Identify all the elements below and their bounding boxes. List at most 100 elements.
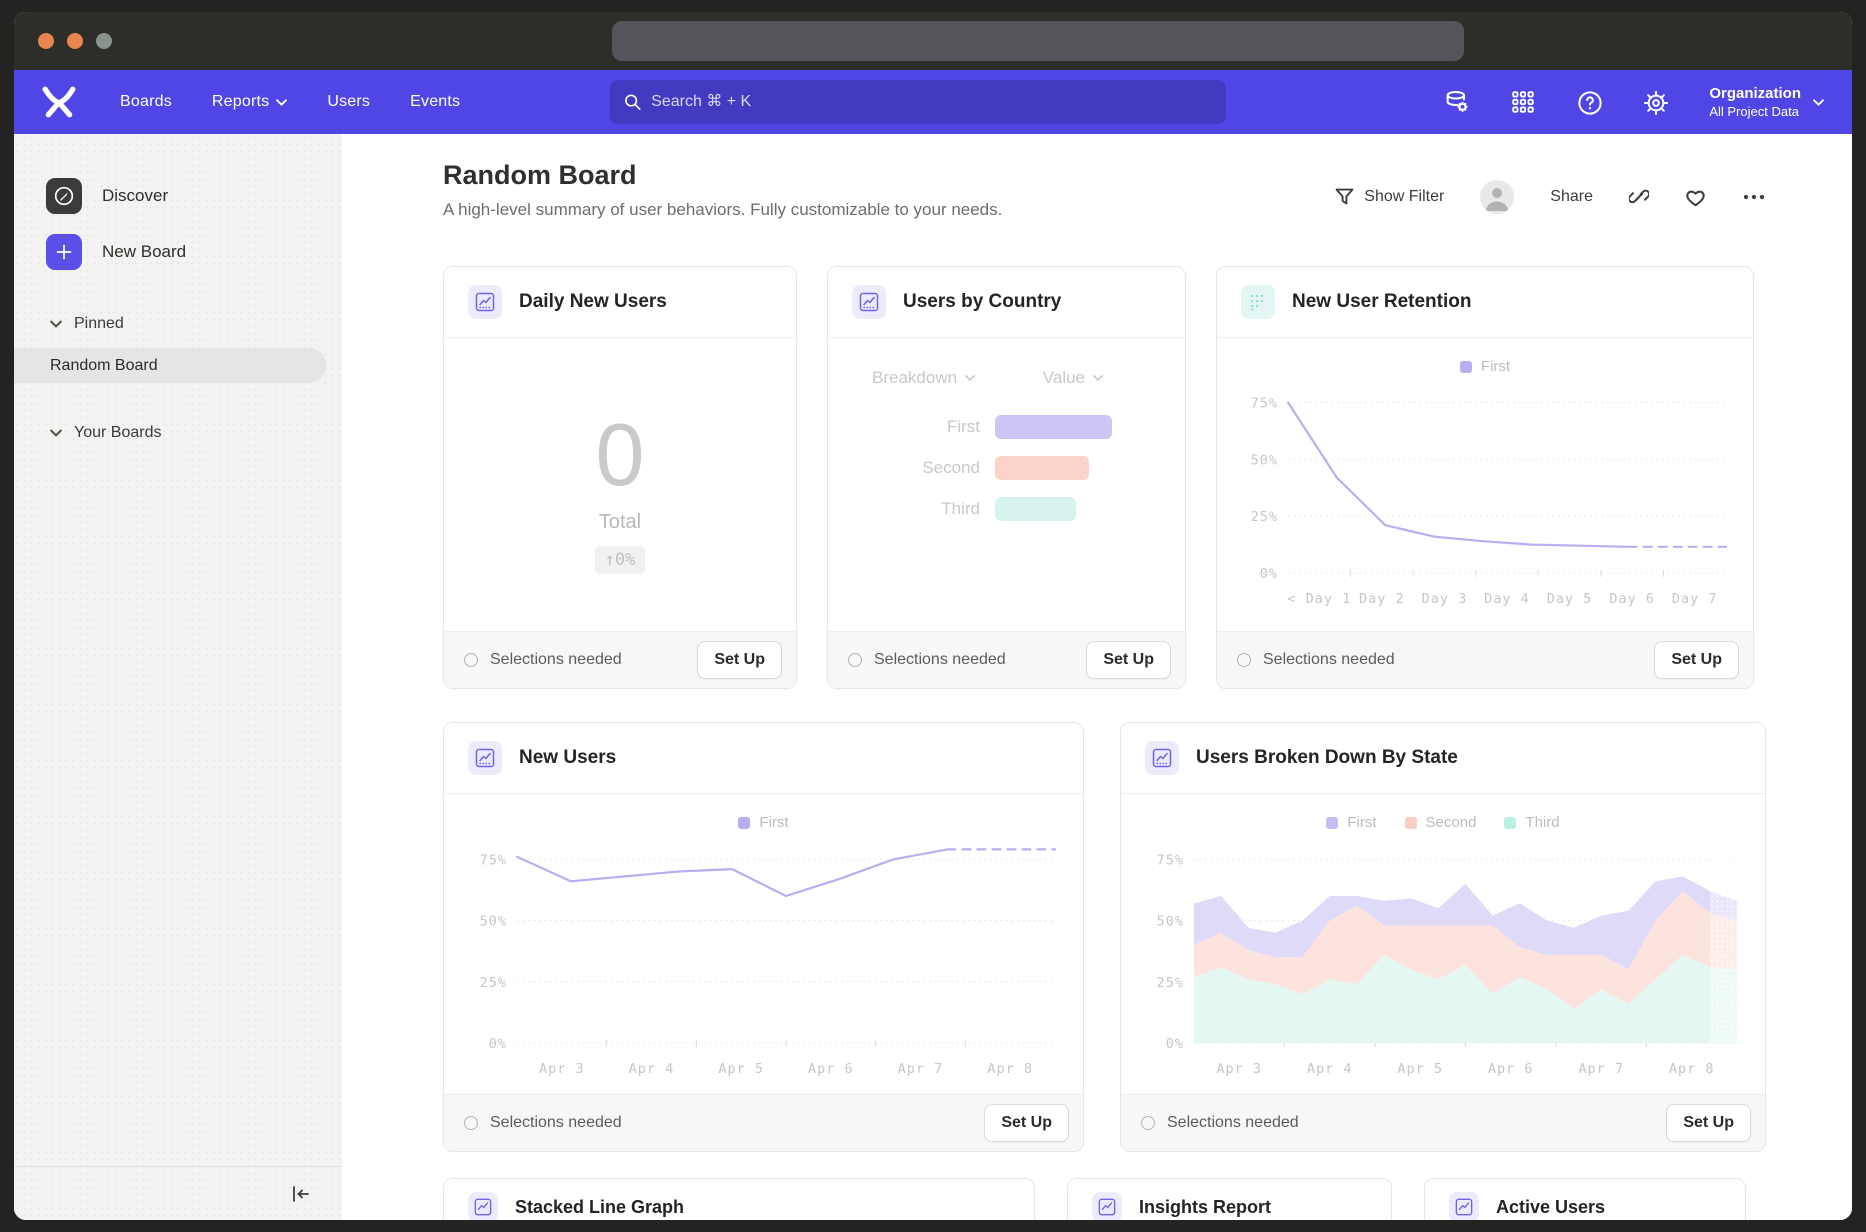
more-options-button[interactable] xyxy=(1742,193,1766,201)
avatar[interactable] xyxy=(1480,180,1514,214)
sidebar: Discover New Board Pinned Random Board Y… xyxy=(14,134,342,1220)
svg-text:Apr 4: Apr 4 xyxy=(1306,1061,1352,1077)
breakdown-dropdown[interactable]: Breakdown xyxy=(872,368,975,388)
legend-item[interactable]: First xyxy=(1326,814,1376,831)
card-title: New User Retention xyxy=(1292,291,1471,313)
svg-text:Apr 5: Apr 5 xyxy=(1397,1061,1443,1077)
status-label: Selections needed xyxy=(490,1114,622,1132)
sidebar-item-label: Discover xyxy=(102,186,168,206)
card-daily-new-users: Daily New Users 0 Total ↑0% Selections n… xyxy=(443,266,797,689)
legend-item[interactable]: First xyxy=(738,814,788,831)
card-title: Users by Country xyxy=(903,291,1061,313)
sidebar-footer xyxy=(14,1166,342,1220)
svg-text:Apr 3: Apr 3 xyxy=(539,1061,585,1077)
legend-item[interactable]: First xyxy=(1460,358,1510,375)
svg-text:0%: 0% xyxy=(1165,1036,1183,1052)
chevron-down-icon xyxy=(276,99,287,106)
status-label: Selections needed xyxy=(874,651,1006,669)
mixpanel-logo-icon[interactable] xyxy=(42,86,76,118)
nav-item-label: Reports xyxy=(212,93,269,111)
collapse-sidebar-icon[interactable] xyxy=(290,1183,312,1205)
traffic-lights[interactable] xyxy=(38,33,112,49)
chart-legend: First xyxy=(444,814,1083,831)
line-chart-icon xyxy=(1449,1192,1479,1220)
setup-button[interactable]: Set Up xyxy=(1654,641,1739,679)
favorite-button[interactable] xyxy=(1685,188,1706,207)
bar xyxy=(995,456,1089,480)
card-status: Selections needed xyxy=(848,651,1006,669)
country-rows: First Second Third xyxy=(828,406,1185,529)
search-input[interactable] xyxy=(651,93,1212,111)
close-window-button[interactable] xyxy=(38,33,54,49)
metric-value: 0 xyxy=(596,409,645,501)
svg-text:Apr 6: Apr 6 xyxy=(808,1061,854,1077)
bar-row: First xyxy=(828,406,1185,447)
svg-text:75%: 75% xyxy=(1156,852,1183,868)
setup-button[interactable]: Set Up xyxy=(1666,1104,1751,1142)
card-title: New Users xyxy=(519,747,616,769)
apps-grid-icon[interactable] xyxy=(1511,90,1535,114)
svg-text:25%: 25% xyxy=(479,975,506,991)
nav-item-boards[interactable]: Boards xyxy=(120,93,172,111)
retention-grid-icon xyxy=(1241,285,1275,319)
legend-item[interactable]: Second xyxy=(1405,814,1477,831)
svg-text:Apr 7: Apr 7 xyxy=(1578,1061,1624,1077)
page-title: Random Board xyxy=(443,160,1002,191)
share-button[interactable]: Share xyxy=(1550,188,1593,206)
data-management-icon[interactable] xyxy=(1445,90,1469,114)
value-dropdown[interactable]: Value xyxy=(1043,368,1103,388)
legend-chip-icon xyxy=(1504,817,1516,829)
org-scope: All Project Data xyxy=(1709,103,1801,120)
zoom-window-button[interactable] xyxy=(96,33,112,49)
status-label: Selections needed xyxy=(1263,651,1395,669)
nav-item-label: Events xyxy=(410,93,460,111)
svg-text:Apr 7: Apr 7 xyxy=(897,1061,943,1077)
top-navbar: Boards Reports Users Events xyxy=(14,70,1852,134)
svg-text:Apr 4: Apr 4 xyxy=(628,1061,674,1077)
svg-text:25%: 25% xyxy=(1156,975,1183,991)
svg-text:Day 5: Day 5 xyxy=(1547,591,1593,607)
sidebar-item-discover[interactable]: Discover xyxy=(14,174,342,218)
svg-text:50%: 50% xyxy=(1251,452,1278,468)
show-filter-button[interactable]: Show Filter xyxy=(1335,188,1444,206)
setup-button[interactable]: Set Up xyxy=(697,641,782,679)
nav-menu: Boards Reports Users Events xyxy=(120,93,460,111)
nav-item-users[interactable]: Users xyxy=(327,93,370,111)
org-switcher[interactable]: Organization All Project Data xyxy=(1709,84,1824,120)
sidebar-item-random-board[interactable]: Random Board xyxy=(14,348,326,383)
minimize-window-button[interactable] xyxy=(67,33,83,49)
svg-text:0%: 0% xyxy=(1260,566,1278,582)
status-circle-icon xyxy=(464,1116,478,1130)
help-icon[interactable] xyxy=(1577,90,1601,114)
status-label: Selections needed xyxy=(1167,1114,1299,1132)
global-search[interactable] xyxy=(610,80,1226,124)
chart-legend: First xyxy=(1217,358,1753,375)
url-bar[interactable] xyxy=(612,21,1464,61)
sidebar-section-pinned[interactable]: Pinned xyxy=(14,314,342,334)
legend-label: Third xyxy=(1525,814,1559,831)
browser-window: Boards Reports Users Events xyxy=(14,12,1852,1220)
card-title: Insights Report xyxy=(1139,1197,1271,1218)
nav-item-reports[interactable]: Reports xyxy=(212,93,287,111)
sidebar-item-label: Random Board xyxy=(50,357,158,375)
setup-button[interactable]: Set Up xyxy=(984,1104,1069,1142)
bar-label: Second xyxy=(828,458,980,478)
sidebar-item-new-board[interactable]: New Board xyxy=(14,230,342,274)
svg-text:Day 6: Day 6 xyxy=(1609,591,1655,607)
settings-gear-icon[interactable] xyxy=(1643,90,1667,114)
copy-link-button[interactable] xyxy=(1629,187,1649,207)
bar-row: Second xyxy=(828,447,1185,488)
sidebar-section-label: Your Boards xyxy=(74,424,161,442)
sidebar-section-your-boards[interactable]: Your Boards xyxy=(14,423,342,443)
legend-chip-icon xyxy=(1326,817,1338,829)
bar-label: Third xyxy=(828,499,980,519)
card-title: Users Broken Down By State xyxy=(1196,747,1458,769)
nav-right-controls: Organization All Project Data xyxy=(1445,84,1824,120)
sidebar-item-label: New Board xyxy=(102,242,186,262)
legend-item[interactable]: Third xyxy=(1504,814,1559,831)
card-title: Daily New Users xyxy=(519,291,667,313)
setup-button[interactable]: Set Up xyxy=(1086,641,1171,679)
nav-item-events[interactable]: Events xyxy=(410,93,460,111)
bar-label: First xyxy=(828,417,980,437)
svg-text:50%: 50% xyxy=(1156,914,1183,930)
